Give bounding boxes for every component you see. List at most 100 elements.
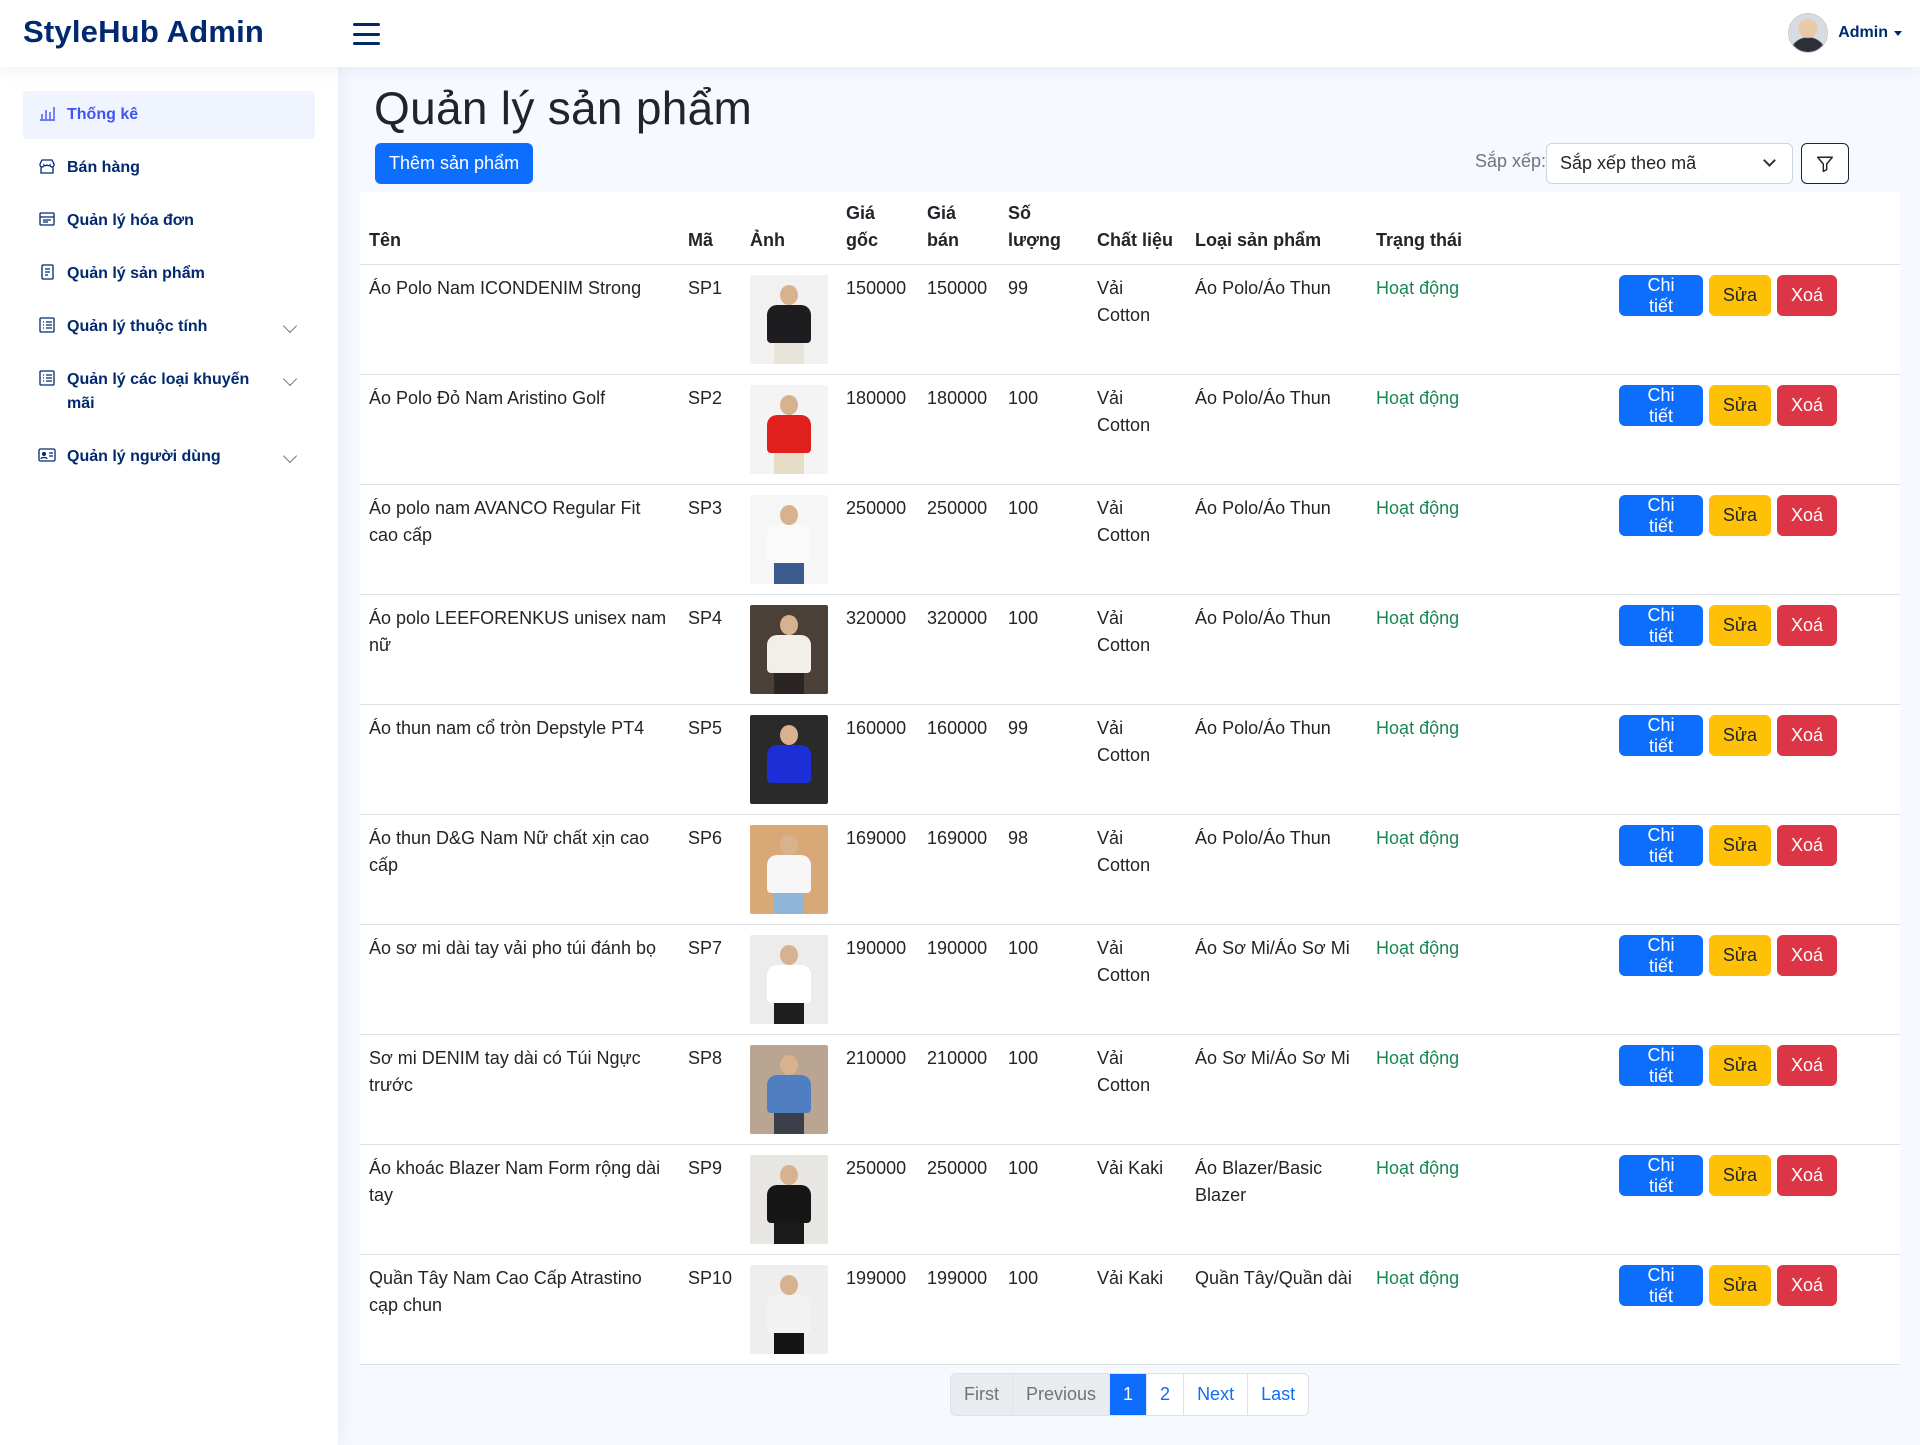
table-cell: Áo sơ mi dài tay vải pho túi đánh bọ bbox=[360, 924, 679, 1035]
quantity: 100 bbox=[1008, 498, 1039, 518]
table-cell: Hoạt động bbox=[1367, 374, 1611, 485]
edit-button[interactable]: Sửa bbox=[1708, 1155, 1771, 1196]
product-thumbnail bbox=[750, 1265, 829, 1354]
product-thumbnail bbox=[750, 935, 829, 1024]
quantity: 100 bbox=[1008, 1158, 1039, 1178]
table-cell: SP8 bbox=[679, 1034, 742, 1145]
detail-button[interactable]: Chi tiết bbox=[1619, 1045, 1703, 1086]
delete-button[interactable]: Xoá bbox=[1776, 495, 1837, 536]
page-previous[interactable]: Previous bbox=[1012, 1374, 1110, 1415]
detail-button[interactable]: Chi tiết bbox=[1619, 275, 1703, 316]
edit-button[interactable]: Sửa bbox=[1708, 715, 1771, 756]
table-cell: Vải Cotton bbox=[1088, 924, 1187, 1035]
table-cell: 100 bbox=[999, 1034, 1089, 1145]
product-name: Quần Tây Nam Cao Cấp Atrastino cạp chun bbox=[369, 1268, 642, 1315]
detail-button[interactable]: Chi tiết bbox=[1619, 935, 1703, 976]
edit-button[interactable]: Sửa bbox=[1708, 495, 1771, 536]
sidebar-item[interactable]: Quản lý sản phẩm bbox=[23, 250, 315, 298]
shop-icon bbox=[38, 158, 56, 174]
table-cell: Chi tiết Sửa Xoá bbox=[1610, 924, 1900, 1035]
sort-label: Sắp xếp: bbox=[1475, 151, 1547, 171]
table-cell: SP2 bbox=[679, 374, 742, 485]
edit-button[interactable]: Sửa bbox=[1708, 275, 1771, 316]
thumbnail-shirt bbox=[767, 415, 812, 453]
menu-toggle-icon[interactable] bbox=[353, 23, 380, 45]
table-cell: Áo Polo Nam ICONDENIM Strong bbox=[360, 264, 679, 375]
sidebar-item[interactable]: Quản lý thuộc tính bbox=[23, 303, 315, 351]
detail-button[interactable]: Chi tiết bbox=[1619, 495, 1703, 536]
sort-select[interactable]: Sắp xếp theo mã bbox=[1546, 143, 1793, 184]
sidebar-item-label: Quản lý sản phẩm bbox=[67, 265, 205, 282]
table-row: Áo polo LEEFORENKUS unisex nam nữ SP4 3200… bbox=[360, 594, 1900, 705]
row-actions: Chi tiết Sửa Xoá bbox=[1619, 1155, 1891, 1196]
detail-button[interactable]: Chi tiết bbox=[1619, 825, 1703, 866]
row-actions: Chi tiết Sửa Xoá bbox=[1619, 1045, 1891, 1086]
chevron-down-icon bbox=[282, 448, 298, 464]
row-actions: Chi tiết Sửa Xoá bbox=[1619, 825, 1891, 866]
edit-button[interactable]: Sửa bbox=[1708, 935, 1771, 976]
detail-button[interactable]: Chi tiết bbox=[1619, 605, 1703, 646]
page-last[interactable]: Last bbox=[1247, 1374, 1308, 1415]
sidebar-item[interactable]: Bán hàng bbox=[23, 144, 315, 192]
table-cell: Vải Cotton bbox=[1088, 484, 1187, 595]
delete-button[interactable]: Xoá bbox=[1776, 1045, 1837, 1086]
delete-button[interactable]: Xoá bbox=[1776, 935, 1837, 976]
page-number[interactable]: 2 bbox=[1146, 1374, 1183, 1415]
page-first[interactable]: First bbox=[951, 1374, 1012, 1415]
table-row: Sơ mi DENIM tay dài có Túi Ngực trước SP8… bbox=[360, 1034, 1900, 1145]
table-cell bbox=[741, 1144, 838, 1255]
thumbnail-head bbox=[780, 505, 799, 525]
filter-button[interactable] bbox=[1801, 143, 1849, 184]
detail-button[interactable]: Chi tiết bbox=[1619, 1265, 1703, 1306]
thumbnail-head bbox=[780, 285, 799, 305]
detail-button[interactable]: Chi tiết bbox=[1619, 385, 1703, 426]
sidebar-item[interactable]: Quản lý các loại khuyến mãi bbox=[23, 356, 315, 428]
table-cell: SP7 bbox=[679, 924, 742, 1035]
edit-button[interactable]: Sửa bbox=[1708, 1045, 1771, 1086]
product-type: Quần Tây/Quần dài bbox=[1195, 1268, 1352, 1288]
detail-button[interactable]: Chi tiết bbox=[1619, 1155, 1703, 1196]
table-cell: 100 bbox=[999, 1144, 1089, 1255]
thumbnail-legs bbox=[774, 1221, 805, 1244]
product-type: Áo Polo/Áo Thun bbox=[1195, 388, 1331, 408]
edit-button[interactable]: Sửa bbox=[1708, 825, 1771, 866]
product-type: Áo Polo/Áo Thun bbox=[1195, 718, 1331, 738]
product-thumbnail bbox=[750, 385, 829, 474]
sidebar-item[interactable]: Quản lý hóa đơn bbox=[23, 197, 315, 245]
product-table-container: Tên Mã Ảnh Giá gốc Giá bán Số lượng Chất liệu L… bbox=[360, 192, 1900, 1365]
sidebar-item[interactable]: Quản lý người dùng bbox=[23, 433, 315, 481]
sidebar-item-label: Quản lý thuộc tính bbox=[67, 318, 208, 335]
edit-button[interactable]: Sửa bbox=[1708, 1265, 1771, 1306]
column-header: Ảnh bbox=[741, 192, 838, 265]
delete-button[interactable]: Xoá bbox=[1776, 715, 1837, 756]
edit-button[interactable]: Sửa bbox=[1708, 605, 1771, 646]
column-header: Tên bbox=[360, 192, 679, 265]
table-cell: 100 bbox=[999, 594, 1089, 705]
table-cell: 199000 bbox=[837, 1254, 919, 1365]
product-thumbnail bbox=[750, 1155, 829, 1244]
delete-button[interactable]: Xoá bbox=[1776, 825, 1837, 866]
table-cell: Chi tiết Sửa Xoá bbox=[1610, 1034, 1900, 1145]
table-cell bbox=[741, 1034, 838, 1145]
table-cell: 150000 bbox=[837, 264, 919, 375]
sidebar-item[interactable]: Thống kê bbox=[23, 91, 315, 139]
list-icon bbox=[38, 317, 56, 333]
row-actions: Chi tiết Sửa Xoá bbox=[1619, 385, 1891, 426]
table-cell: 250000 bbox=[837, 484, 919, 595]
detail-button[interactable]: Chi tiết bbox=[1619, 715, 1703, 756]
user-menu[interactable]: Admin bbox=[1788, 13, 1902, 53]
delete-button[interactable]: Xoá bbox=[1776, 1155, 1837, 1196]
delete-button[interactable]: Xoá bbox=[1776, 385, 1837, 426]
pagination: First Previous 1 2 Next Last bbox=[950, 1373, 1310, 1416]
page-number[interactable]: 1 bbox=[1109, 1374, 1147, 1415]
edit-button[interactable]: Sửa bbox=[1708, 385, 1771, 426]
table-cell: 250000 bbox=[918, 484, 1000, 595]
price-original: 250000 bbox=[846, 1158, 907, 1178]
table-cell: Chi tiết Sửa Xoá bbox=[1610, 1254, 1900, 1365]
brand-logo[interactable]: StyleHub Admin bbox=[23, 14, 264, 50]
add-product-button[interactable]: Thêm sản phẩm bbox=[375, 143, 534, 184]
delete-button[interactable]: Xoá bbox=[1776, 275, 1837, 316]
delete-button[interactable]: Xoá bbox=[1776, 1265, 1837, 1306]
page-next[interactable]: Next bbox=[1183, 1374, 1247, 1415]
delete-button[interactable]: Xoá bbox=[1776, 605, 1837, 646]
